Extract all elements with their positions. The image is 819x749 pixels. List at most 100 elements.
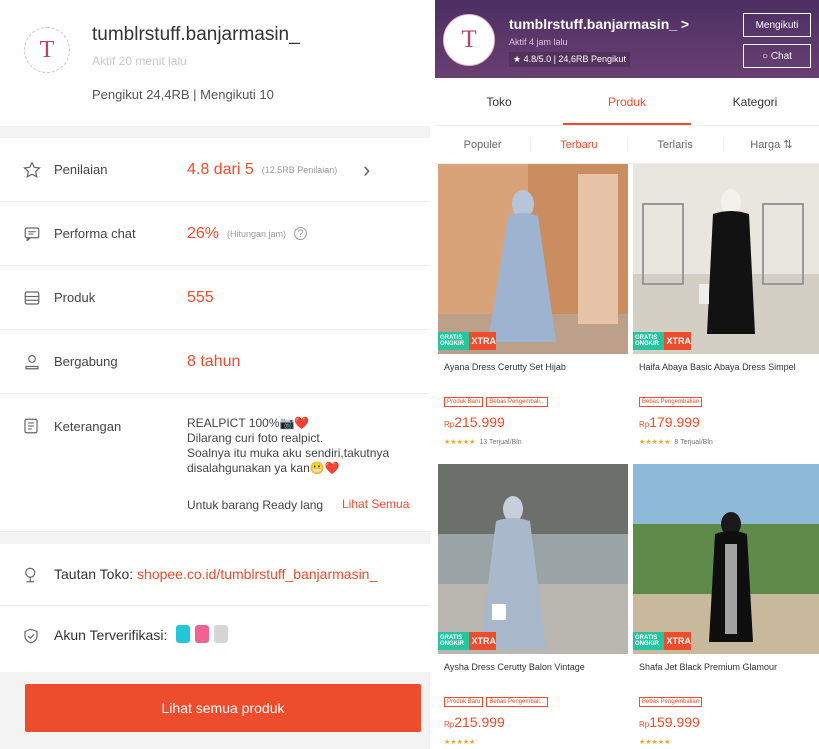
product-title: Ayana Dress Cerutty Set Hijab bbox=[444, 362, 566, 372]
shop-name: tumblrstuff.banjarmasin_ bbox=[92, 24, 300, 45]
free-shipping-label: GRATIS ONGKIR bbox=[633, 632, 664, 650]
xtra-label: XTRA bbox=[471, 636, 497, 646]
description-section: Keterangan REALPICT 100%📷❤️ Dilarang cur… bbox=[0, 394, 430, 532]
stars: ★★★★★ bbox=[639, 439, 671, 446]
product-card[interactable]: GRATIS ONGKIR XTRA Aysha Dress Cerutty Ba… bbox=[438, 464, 628, 749]
divider bbox=[0, 532, 430, 544]
price-value: 159.999 bbox=[649, 714, 700, 730]
rating-stars: ★★★★★ 13 Terjual/Bln bbox=[444, 438, 522, 446]
shop-tabs: Toko Produk Kategori bbox=[435, 78, 819, 126]
chat-performance-note: (Hitungan jam) bbox=[227, 228, 287, 239]
shop-logo[interactable]: T bbox=[24, 27, 70, 73]
active-status: Aktif 20 menit lalu bbox=[92, 54, 187, 68]
price-value: 215.999 bbox=[454, 414, 505, 430]
chat-performance-row: Performa chat 26% (Hitungan jam) ? bbox=[0, 202, 430, 266]
product-price: Rp215.999 bbox=[444, 414, 505, 430]
shop-products-panel: T tumblrstuff.banjarmasin_ > Aktif 4 jam… bbox=[435, 0, 819, 749]
chevron-right-icon[interactable]: › bbox=[363, 157, 370, 183]
description-line: Dilarang curi foto realpict. bbox=[187, 431, 324, 445]
link-icon bbox=[22, 566, 40, 589]
document-icon bbox=[22, 417, 42, 437]
product-price: Rp179.999 bbox=[639, 414, 700, 430]
currency: Rp bbox=[639, 420, 650, 429]
xtra-label: XTRA bbox=[666, 636, 692, 646]
description-line: disalahgunakan ya kan😬❤️ bbox=[187, 461, 340, 475]
screenshot-root: T tumblrstuff.banjarmasin_ Aktif 20 meni… bbox=[0, 0, 819, 749]
price-value: 179.999 bbox=[649, 414, 700, 430]
products-label: Produk bbox=[54, 290, 96, 305]
help-icon[interactable]: ? bbox=[294, 227, 308, 240]
joined-row: Bergabung 8 tahun bbox=[0, 330, 430, 394]
stars: ★★★★★ bbox=[639, 739, 671, 746]
description-line: REALPICT 100%📷❤️ bbox=[187, 416, 310, 430]
shop-header: T tumblrstuff.banjarmasin_ Aktif 20 meni… bbox=[0, 0, 430, 126]
rating-label: Penilaian bbox=[54, 162, 108, 177]
product-card[interactable]: GRATIS ONGKIR XTRA Haifa Abaya Basic Abay… bbox=[633, 164, 819, 460]
chat-button[interactable]: ○ Chat bbox=[743, 44, 811, 68]
price-value: 215.999 bbox=[454, 714, 505, 730]
product-tag: Bebas Pengembali... bbox=[486, 397, 548, 407]
rating-row[interactable]: Penilaian 4.8 dari 5 (12.5RB Penilaian) … bbox=[0, 138, 430, 202]
shop-rating: ★ 4.8/5.0 | 24,6RB Pengikut bbox=[509, 52, 630, 67]
joined-label: Bergabung bbox=[54, 354, 118, 369]
sort-newest[interactable]: Terbaru bbox=[531, 138, 628, 151]
chat-icon bbox=[22, 224, 42, 244]
sort-bar: Populer Terbaru Terlaris Harga ⇅ bbox=[435, 126, 819, 164]
email-verified-icon bbox=[195, 625, 209, 643]
product-tag: Produk Baru bbox=[444, 397, 484, 407]
rating-stars: ★★★★★ bbox=[639, 738, 674, 746]
id-verified-icon bbox=[214, 625, 228, 643]
rating-stars: ★★★★★ 8 Terjual/Bln bbox=[639, 438, 713, 446]
chat-performance-value: 26% bbox=[187, 224, 220, 242]
phone-verified-icon bbox=[176, 625, 190, 643]
rating-stars: ★★★★★ bbox=[444, 738, 479, 746]
active-status: Aktif 4 jam lalu bbox=[509, 37, 568, 47]
stars: ★★★★★ bbox=[444, 739, 476, 746]
follow-button[interactable]: Mengikuti bbox=[743, 13, 811, 37]
product-image[interactable] bbox=[438, 164, 628, 354]
product-image[interactable] bbox=[633, 164, 819, 354]
product-price: Rp215.999 bbox=[444, 714, 505, 730]
product-tag: Produk Baru bbox=[444, 697, 484, 707]
tab-shop[interactable]: Toko bbox=[435, 78, 563, 125]
shop-link-label: Tautan Toko: bbox=[54, 566, 134, 582]
verified-badges bbox=[176, 625, 228, 643]
currency: Rp bbox=[444, 720, 455, 729]
see-all-link[interactable]: Lihat Semua bbox=[342, 497, 409, 511]
sort-bestselling[interactable]: Terlaris bbox=[628, 138, 724, 151]
stars: ★★★★★ bbox=[444, 439, 476, 446]
product-card[interactable]: GRATIS ONGKIR XTRA Shafa Jet Black Premiu… bbox=[633, 464, 819, 749]
star-icon bbox=[22, 160, 42, 180]
tab-category[interactable]: Kategori bbox=[691, 78, 819, 125]
user-icon bbox=[22, 352, 42, 372]
xtra-label: XTRA bbox=[666, 336, 692, 346]
verified-row: Akun Terverifikasi: bbox=[0, 606, 430, 666]
product-price: Rp159.999 bbox=[639, 714, 700, 730]
free-shipping-label: GRATIS ONGKIR bbox=[633, 332, 664, 350]
product-title: Shafa Jet Black Premium Glamour bbox=[639, 662, 778, 672]
products-value: 555 bbox=[187, 288, 214, 306]
product-image[interactable] bbox=[438, 464, 628, 654]
shop-name[interactable]: tumblrstuff.banjarmasin_ > bbox=[509, 16, 689, 32]
product-image[interactable] bbox=[633, 464, 819, 654]
description-text: REALPICT 100%📷❤️ Dilarang curi foto real… bbox=[187, 416, 417, 476]
product-title: Aysha Dress Cerutty Balon Vintage bbox=[444, 662, 585, 672]
free-shipping-xtra-badge: GRATIS ONGKIR XTRA bbox=[633, 632, 691, 650]
sort-popular[interactable]: Populer bbox=[435, 138, 532, 151]
free-shipping-xtra-badge: GRATIS ONGKIR XTRA bbox=[633, 332, 691, 350]
sold-count: 8 Terjual/Bln bbox=[674, 439, 713, 446]
shop-link-url[interactable]: shopee.co.id/tumblrstuff_banjarmasin_ bbox=[137, 566, 377, 582]
shop-logo[interactable]: T bbox=[443, 14, 495, 66]
sold-count: 13 Terjual/Bln bbox=[479, 439, 522, 446]
product-tag: Bebas Pengembali... bbox=[486, 697, 548, 707]
sort-price[interactable]: Harga ⇅ bbox=[724, 138, 819, 151]
shop-link-row[interactable]: Tautan Toko: shopee.co.id/tumblrstuff_ba… bbox=[0, 544, 430, 606]
free-shipping-xtra-badge: GRATIS ONGKIR XTRA bbox=[438, 632, 496, 650]
joined-value: 8 tahun bbox=[187, 352, 241, 370]
description-line: Soalnya itu muka aku sendiri,takutnya bbox=[187, 446, 390, 460]
product-tag: Bebas Pengembalian bbox=[639, 397, 703, 407]
view-all-products-button[interactable]: Lihat semua produk bbox=[25, 684, 421, 732]
follower-stats[interactable]: Pengikut 24,4RB | Mengikuti 10 bbox=[92, 87, 274, 102]
product-card[interactable]: GRATIS ONGKIR XTRA Ayana Dress Cerutty Se… bbox=[438, 164, 628, 460]
tab-products[interactable]: Produk bbox=[563, 78, 691, 125]
